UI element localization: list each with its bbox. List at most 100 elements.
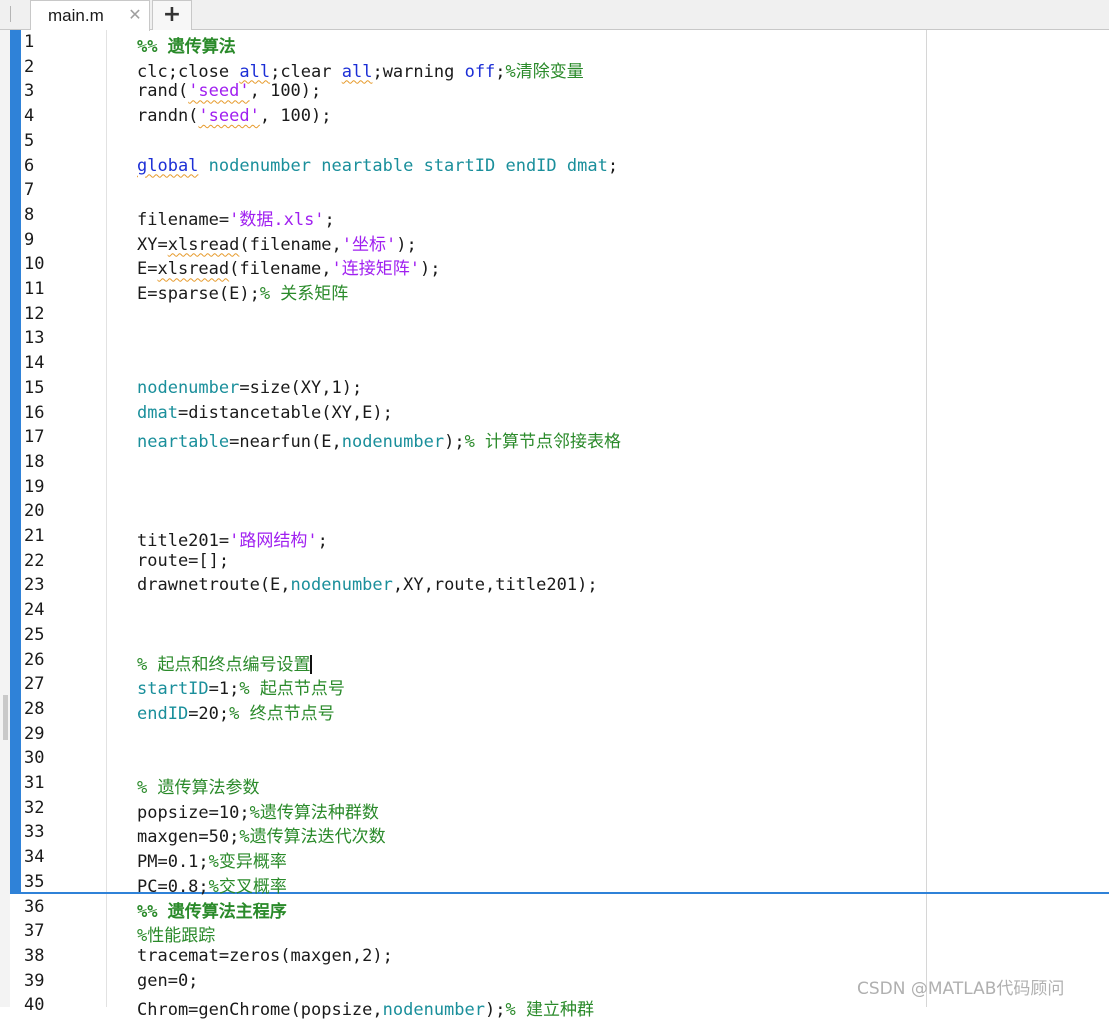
line-number: 11 [24,279,45,299]
code-line[interactable]: 25 [0,623,1109,648]
line-number: 10 [24,254,45,275]
code-token: tracemat=zeros(maxgen,2); [137,945,393,966]
tab-bar-grip[interactable] [10,6,11,22]
code-line[interactable]: 18 [0,450,1109,475]
code-token: gen=0; [137,970,199,991]
code-line[interactable]: 30 [0,746,1109,771]
code-line[interactable]: 21 title201='路网结构'; [0,524,1109,551]
line-number: 15 [24,377,45,398]
line-number: 27 [24,674,45,695]
code-line[interactable]: 13 [0,326,1109,351]
code-line[interactable]: 28 endID=20;% 终点节点号 [0,697,1109,724]
line-number: 8 [24,204,35,225]
code-text[interactable]: %% 遗传算法 [137,32,236,57]
code-token: dmat [137,402,178,423]
code-line[interactable]: 8 filename='数据.xls'; [0,203,1109,230]
line-number: 34 [24,847,45,868]
code-line[interactable]: 37 %性能跟踪 [0,919,1109,946]
code-text[interactable]: maxgen=50;%遗传算法迭代次数 [137,822,386,847]
code-text[interactable]: global nodenumber neartable startID endI… [137,156,618,176]
code-line[interactable]: 31 % 遗传算法参数 [0,771,1109,798]
code-text[interactable]: clc;close all;clear all;warning off;%清除变… [137,57,584,82]
code-token: ,XY,route,title201); [392,575,598,596]
code-line[interactable]: 32 popsize=10;%遗传算法种群数 [0,796,1109,823]
code-line[interactable]: 19 [0,475,1109,500]
code-line[interactable]: 11 E=sparse(E);% 关系矩阵 [0,277,1109,304]
code-line[interactable]: 3 rand('seed', 100); [0,79,1109,104]
line-number: 2 [24,56,35,77]
code-line[interactable]: 38 tracemat=zeros(maxgen,2); [0,944,1109,969]
code-line[interactable]: 29 [0,722,1109,747]
code-text[interactable]: dmat=distancetable(XY,E); [137,403,393,423]
code-token: % 建立种群 [505,1000,594,1020]
line-number: 24 [24,600,45,621]
line-number: 14 [24,353,45,374]
code-text[interactable]: startID=1;% 起点节点号 [137,674,345,699]
line-number: 38 [24,945,45,966]
code-token: rand( [137,81,189,102]
code-text[interactable]: % 起点和终点编号设置 [137,650,312,675]
code-line[interactable]: 16 dmat=distancetable(XY,E); [0,401,1109,426]
code-text[interactable]: PM=0.1;%变异概率 [137,847,287,872]
code-token: nodenumber [382,1000,485,1020]
code-text[interactable]: rand('seed', 100); [137,81,321,101]
code-line[interactable]: 17 neartable=nearfun(E,nodenumber);% 计算节点… [0,425,1109,452]
code-line[interactable]: 9 XY=xlsread(filename,'坐标'); [0,228,1109,255]
code-line[interactable]: 15 nodenumber=size(XY,1); [0,376,1109,401]
line-number: 18 [24,451,45,472]
close-icon[interactable]: ✕ [126,5,144,25]
code-line[interactable]: 22 route=[]; [0,549,1109,574]
code-text[interactable]: filename='数据.xls'; [137,205,335,230]
code-line[interactable]: 10 E=xlsread(filename,'连接矩阵'); [0,252,1109,279]
code-line[interactable]: 7 [0,178,1109,203]
tab-main-m[interactable]: main.m ✕ [30,0,150,31]
line-number: 36 [24,896,45,917]
line-number: 26 [24,649,45,670]
code-text[interactable]: gen=0; [137,971,198,991]
code-text[interactable]: E=sparse(E);% 关系矩阵 [137,279,348,304]
code-text[interactable]: PC=0.8;%交叉概率 [137,872,287,897]
code-line[interactable]: 23 drawnetroute(E,nodenumber,XY,route,tit… [0,573,1109,598]
code-text[interactable]: route=[]; [137,551,229,571]
code-text[interactable]: %% 遗传算法主程序 [137,897,287,922]
code-text[interactable]: XY=xlsread(filename,'坐标'); [137,230,417,255]
code-text[interactable]: tracemat=zeros(maxgen,2); [137,946,393,966]
code-line[interactable]: 33 maxgen=50;%遗传算法迭代次数 [0,820,1109,847]
code-text[interactable]: E=xlsread(filename,'连接矩阵'); [137,254,440,279]
code-token: 'seed' [188,81,250,102]
code-text[interactable]: endID=20;% 终点节点号 [137,699,335,724]
line-number: 5 [24,130,35,151]
code-token: global [137,155,199,176]
code-line[interactable]: 35 PC=0.8;%交叉概率 [0,870,1109,897]
code-line[interactable]: 4 randn('seed', 100); [0,104,1109,129]
line-number: 40 [24,995,45,1016]
code-text[interactable]: drawnetroute(E,nodenumber,XY,route,title… [137,575,598,595]
code-text[interactable]: title201='路网结构'; [137,526,328,551]
code-line[interactable]: 36 %% 遗传算法主程序 [0,895,1109,922]
code-text[interactable]: % 遗传算法参数 [137,773,259,798]
code-text[interactable]: randn('seed', 100); [137,106,332,126]
code-line[interactable]: 27 startID=1;% 起点节点号 [0,672,1109,699]
code-text[interactable]: neartable=nearfun(E,nodenumber);% 计算节点邻接… [137,427,621,452]
code-line[interactable]: 6 global nodenumber neartable startID end… [0,154,1109,179]
line-number: 17 [24,427,45,448]
code-line[interactable]: 26 % 起点和终点编号设置 [0,648,1109,675]
code-text[interactable]: %性能跟踪 [137,921,215,946]
code-line[interactable]: 20 [0,499,1109,524]
add-tab-button[interactable]: + [152,0,192,30]
code-text[interactable]: Chrom=genChrome(popsize,nodenumber);% 建立… [137,995,594,1020]
line-number: 33 [24,822,45,843]
code-line[interactable]: 14 [0,351,1109,376]
code-line[interactable]: 1 %% 遗传算法 [0,30,1109,57]
code-text[interactable]: nodenumber=size(XY,1); [137,378,362,398]
code-line[interactable]: 5 [0,129,1109,154]
line-number: 1 [24,32,35,52]
line-number: 21 [24,526,45,546]
code-line[interactable]: 2 clc;close all;clear all;warning off;%清除… [0,55,1109,82]
code-line[interactable]: 12 [0,302,1109,327]
code-text[interactable]: popsize=10;%遗传算法种群数 [137,798,379,823]
code-line[interactable]: 24 [0,598,1109,623]
code-line[interactable]: 34 PM=0.1;%变异概率 [0,845,1109,872]
line-number: 37 [24,921,45,942]
code-token: nodenumber [290,575,393,596]
